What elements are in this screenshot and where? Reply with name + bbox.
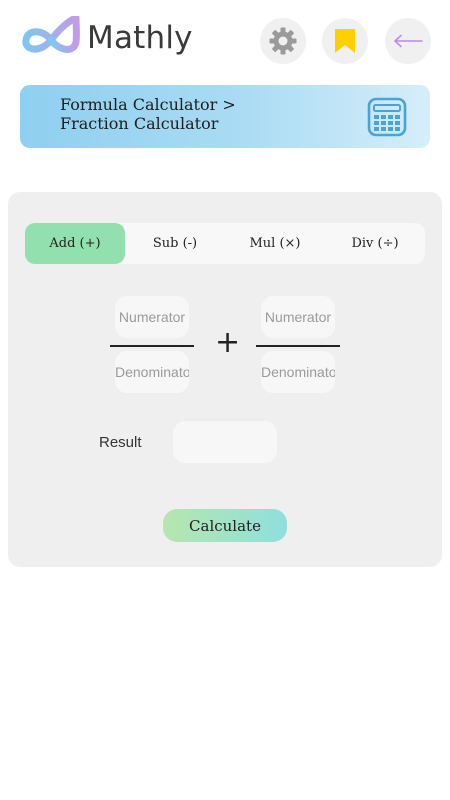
back-arrow-icon [394,34,423,48]
app-title: Mathly [87,20,193,56]
settings-button[interactable] [260,18,306,64]
result-field[interactable] [173,421,277,463]
infinity-logo-icon [22,16,80,53]
second-numerator-input[interactable] [261,296,335,338]
back-button[interactable] [385,18,431,64]
tab-divide[interactable]: Div (÷) [325,223,425,264]
second-fraction-bar [256,345,340,347]
first-denominator-input[interactable] [115,351,189,393]
breadcrumb-parent[interactable]: Formula Calculator > [60,95,236,114]
breadcrumb-banner: Formula Calculator > Fraction Calculator [20,85,430,148]
tab-multiply[interactable]: Mul (×) [225,223,325,264]
bookmark-icon [335,29,355,53]
second-denominator-input[interactable] [261,351,335,393]
tab-subtract[interactable]: Sub (-) [125,223,225,264]
first-fraction-bar [110,345,194,347]
gear-icon [269,27,297,55]
operator-sign: + [215,325,241,360]
operation-tabs: Add (+) Sub (-) Mul (×) Div (÷) [25,223,425,264]
bookmark-button[interactable] [322,18,368,64]
breadcrumb: Formula Calculator > Fraction Calculator [60,95,236,133]
calculate-button[interactable]: Calculate [163,509,287,542]
fraction-calculator-card: Add (+) Sub (-) Mul (×) Div (÷) + Result… [8,192,442,567]
tab-add[interactable]: Add (+) [25,223,125,264]
app-header: Mathly [0,0,450,80]
breadcrumb-current: Fraction Calculator [60,114,219,133]
calculator-icon [367,97,407,137]
first-numerator-input[interactable] [115,296,189,338]
result-label: Result [99,434,142,451]
